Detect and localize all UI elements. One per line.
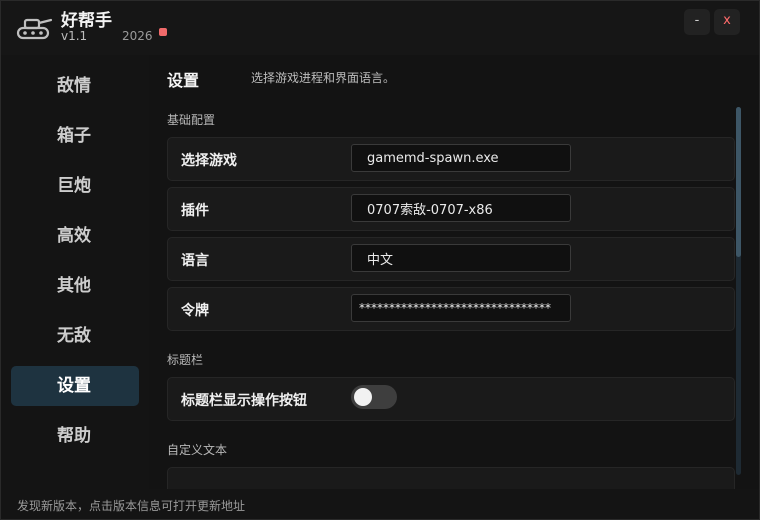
version-year: 2026 bbox=[122, 29, 153, 43]
plugin-row: 插件 bbox=[167, 187, 735, 231]
sidebar: 敌情 箱子 巨炮 高效 其他 无敌 设置 帮助 bbox=[1, 55, 149, 489]
toggle-knob bbox=[354, 388, 372, 406]
sidebar-item-boxes[interactable]: 箱子 bbox=[11, 116, 139, 156]
settings-panel: 设置 选择游戏进程和界面语言。 基础配置 选择游戏 插件 语言 令牌 标题栏 标… bbox=[149, 55, 759, 489]
close-button[interactable]: x bbox=[714, 9, 740, 35]
sidebar-item-giant-cannon[interactable]: 巨炮 bbox=[11, 166, 139, 206]
app-title: 好帮手 bbox=[61, 11, 112, 31]
language-row: 语言 bbox=[167, 237, 735, 281]
plugin-label: 插件 bbox=[181, 203, 209, 219]
page-description: 选择游戏进程和界面语言。 bbox=[251, 71, 396, 85]
game-select-row: 选择游戏 bbox=[167, 137, 735, 181]
token-label: 令牌 bbox=[181, 303, 209, 319]
update-notice[interactable]: 发现新版本，点击版本信息可打开更新地址 bbox=[17, 497, 245, 514]
game-select-field[interactable] bbox=[351, 144, 571, 172]
sidebar-item-invincible[interactable]: 无敌 bbox=[11, 316, 139, 356]
tank-icon bbox=[16, 18, 53, 40]
scrollbar-thumb[interactable] bbox=[736, 107, 741, 257]
language-field[interactable] bbox=[351, 244, 571, 272]
section-custom-text: 自定义文本 bbox=[167, 443, 228, 457]
version-info[interactable]: v1.1 bbox=[61, 29, 87, 43]
section-titlebar: 标题栏 bbox=[167, 353, 204, 367]
app-window: 好帮手 v1.1 2026 - x 敌情 箱子 巨炮 高效 其他 无敌 设置 帮… bbox=[0, 0, 760, 520]
token-row: 令牌 bbox=[167, 287, 735, 331]
status-bar: 发现新版本，点击版本信息可打开更新地址 bbox=[1, 489, 759, 519]
sidebar-item-efficiency[interactable]: 高效 bbox=[11, 216, 139, 256]
sidebar-item-help[interactable]: 帮助 bbox=[11, 416, 139, 456]
section-basic-config: 基础配置 bbox=[167, 113, 216, 127]
scrollbar[interactable] bbox=[736, 107, 741, 475]
sidebar-item-enemy-intel[interactable]: 敌情 bbox=[11, 66, 139, 106]
update-indicator bbox=[159, 28, 167, 36]
minimize-button[interactable]: - bbox=[684, 9, 710, 35]
sidebar-item-settings[interactable]: 设置 bbox=[11, 366, 139, 406]
token-field[interactable] bbox=[351, 294, 571, 322]
titlebar-buttons-label: 标题栏显示操作按钮 bbox=[181, 393, 307, 409]
plugin-field[interactable] bbox=[351, 194, 571, 222]
titlebar-buttons-toggle[interactable] bbox=[351, 385, 397, 409]
custom-text-row bbox=[167, 467, 735, 489]
language-label: 语言 bbox=[181, 253, 209, 269]
page-title: 设置 bbox=[167, 71, 200, 90]
sidebar-item-other[interactable]: 其他 bbox=[11, 266, 139, 306]
game-select-label: 选择游戏 bbox=[181, 153, 237, 169]
title-bar: 好帮手 v1.1 2026 - x bbox=[1, 1, 759, 55]
titlebar-buttons-row: 标题栏显示操作按钮 bbox=[167, 377, 735, 421]
